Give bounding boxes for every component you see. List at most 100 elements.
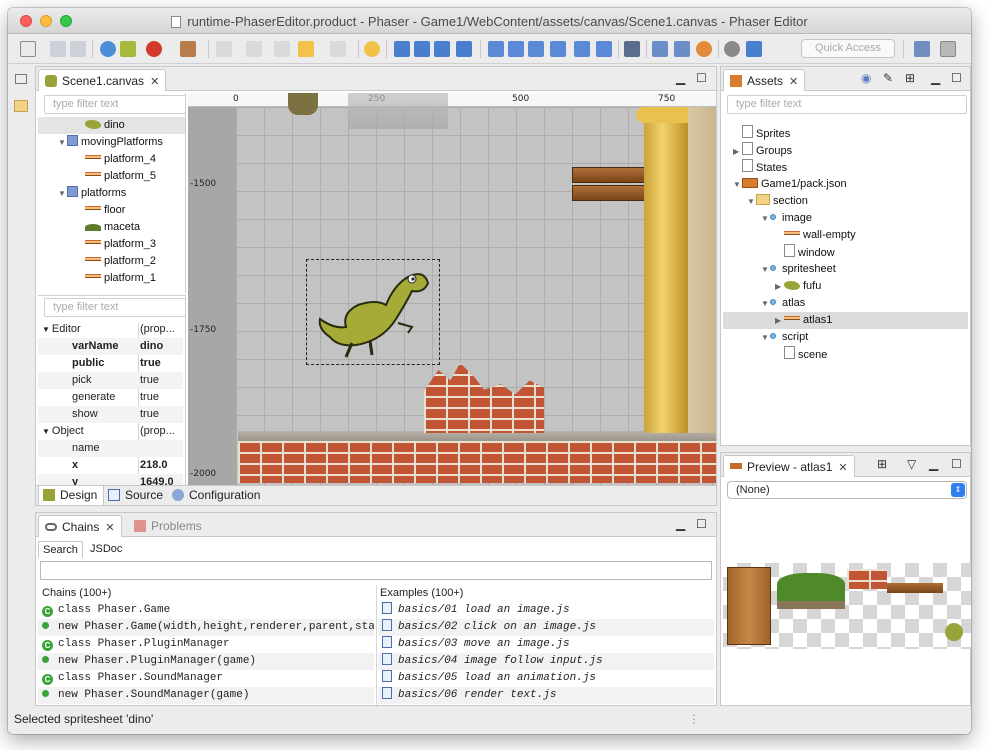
chevron-right-icon[interactable]: ▶ [775, 312, 784, 329]
atlas-frame-select[interactable]: (None) ⇕ [727, 481, 967, 499]
property-row[interactable]: varName dino [38, 338, 183, 355]
search-icon[interactable] [364, 41, 380, 57]
export-icon[interactable] [120, 41, 136, 57]
chevron-down-icon[interactable]: ▼ [58, 134, 67, 151]
example-list-item[interactable]: basics/04 image follow input.js [378, 653, 714, 670]
chain-list-item[interactable]: Cclass Phaser.Game [38, 602, 374, 619]
atlas-preview-image[interactable] [723, 563, 971, 649]
new-icon[interactable]: ⊞ [877, 457, 887, 471]
example-list-item[interactable]: basics/02 click on an image.js [378, 619, 714, 636]
asset-tree-item[interactable]: ▼ section [723, 193, 968, 210]
quick-access-input[interactable]: Quick Access [801, 39, 895, 58]
align-middle-icon[interactable] [550, 41, 566, 57]
property-value[interactable]: 218.0 [140, 457, 168, 474]
property-row[interactable]: ▼ Object (prop... [38, 423, 183, 440]
align-left-icon[interactable] [488, 41, 504, 57]
layout-icon[interactable] [674, 41, 690, 57]
minimize-icon[interactable]: ▁ [929, 457, 938, 471]
asset-tree-item[interactable]: ▼ spritesheet [723, 261, 968, 278]
last-edit-icon[interactable] [274, 41, 290, 57]
palette-icon[interactable] [696, 41, 712, 57]
property-row[interactable]: public true [38, 355, 183, 372]
outline-tree-item[interactable]: floor [38, 202, 185, 219]
align-bottom-icon[interactable] [596, 41, 612, 57]
tab-configuration[interactable]: Configuration [168, 486, 266, 506]
view-menu-icon[interactable]: ▽ [907, 457, 916, 471]
property-row[interactable]: generate true [38, 389, 183, 406]
property-value[interactable]: (prop... [140, 321, 175, 338]
property-row[interactable]: x 218.0 [38, 457, 183, 474]
asset-tree-item[interactable]: wall-empty [723, 227, 968, 244]
tab-preview[interactable]: Preview - atlas1 ✕ [723, 455, 855, 477]
project-icon[interactable] [746, 41, 762, 57]
chevron-down-icon[interactable]: ▼ [42, 427, 50, 436]
next-annotation-icon[interactable] [216, 41, 232, 57]
chevron-down-icon[interactable]: ▼ [761, 295, 770, 312]
chain-list-item[interactable]: new Phaser.SoundManager(game) [38, 687, 374, 704]
scene-canvas[interactable]: 0 250 500 750 -1500 -1750 -2000 [188, 93, 716, 485]
align-center-icon[interactable] [508, 41, 524, 57]
example-list-item[interactable]: basics/01 load an image.js [378, 602, 714, 619]
close-tab-icon[interactable]: ✕ [105, 521, 114, 534]
chevron-down-icon[interactable]: ▼ [58, 185, 67, 202]
send-back-icon[interactable] [456, 41, 472, 57]
asset-tree-item[interactable]: scene [723, 346, 968, 363]
asset-tree-item[interactable]: ▶ Groups [723, 142, 968, 159]
chevron-down-icon[interactable]: ▼ [761, 261, 770, 278]
outline-tree-item[interactable]: platform_2 [38, 253, 185, 270]
maximize-icon[interactable]: ☐ [696, 517, 707, 531]
open-perspective-icon[interactable] [914, 41, 930, 57]
phaser-perspective-icon[interactable] [940, 41, 956, 57]
tab-chains[interactable]: Chains ✕ [38, 515, 122, 537]
example-list-item[interactable]: basics/05 load an animation.js [378, 670, 714, 687]
dino-sprite[interactable] [312, 263, 436, 363]
example-list-item[interactable]: basics/03 move an image.js [378, 636, 714, 653]
asset-tree-item[interactable]: ▼ Game1/pack.json [723, 176, 968, 193]
new-icon[interactable] [20, 41, 36, 57]
property-value[interactable]: true [140, 406, 159, 423]
close-tab-icon[interactable]: ✕ [150, 75, 159, 88]
asset-tree-item[interactable]: ▶ atlas1 [723, 312, 968, 329]
property-value[interactable]: true [140, 389, 159, 406]
tab-problems[interactable]: Problems [128, 515, 208, 537]
outline-tree-item[interactable]: platform_5 [38, 168, 185, 185]
edit-icon[interactable] [624, 41, 640, 57]
tab-source[interactable]: Source [104, 486, 169, 506]
asset-tree-item[interactable]: ▼ script [723, 329, 968, 346]
chain-list-item[interactable]: Cclass Phaser.SoundManager [38, 670, 374, 687]
align-top-icon[interactable] [528, 41, 544, 57]
property-row[interactable]: show true [38, 406, 183, 423]
minimize-icon[interactable]: ▁ [676, 517, 685, 531]
outline-tree-item[interactable]: platform_3 [38, 236, 185, 253]
outline-tree-item[interactable]: dino [38, 117, 185, 134]
restore-icon[interactable] [15, 74, 27, 84]
tab-scene1-canvas[interactable]: Scene1.canvas ✕ [38, 69, 167, 91]
floor-sprite[interactable] [238, 441, 716, 483]
property-value[interactable]: true [140, 355, 161, 372]
property-row[interactable]: ▼ Editor (prop... [38, 321, 183, 338]
subtab-search[interactable]: Search [38, 541, 83, 558]
bring-front-icon[interactable] [394, 41, 410, 57]
maximize-icon[interactable]: ☐ [951, 457, 962, 471]
chains-search-input[interactable] [40, 561, 712, 580]
chain-list-item[interactable]: new Phaser.PluginManager(game) [38, 653, 374, 670]
settings-icon[interactable] [724, 41, 740, 57]
outline-tree-item[interactable]: platform_1 [38, 270, 185, 287]
subtab-jsdoc[interactable]: JSDoc [86, 541, 126, 557]
forward-icon[interactable] [330, 41, 346, 57]
save-all-icon[interactable] [70, 41, 86, 57]
lower-icon[interactable] [434, 41, 450, 57]
example-list-item[interactable]: basics/06 render text.js [378, 687, 714, 704]
globe-icon[interactable] [100, 41, 116, 57]
save-icon[interactable] [50, 41, 66, 57]
minimize-icon[interactable]: ▁ [676, 71, 685, 85]
previous-annotation-icon[interactable] [246, 41, 262, 57]
outline-tree-item[interactable]: ▼ movingPlatforms [38, 134, 185, 151]
outline-tree-item[interactable]: platform_4 [38, 151, 185, 168]
property-value[interactable]: dino [140, 338, 163, 355]
property-value[interactable]: (prop... [140, 423, 175, 440]
asset-tree-item[interactable]: States [723, 159, 968, 176]
asset-tree-item[interactable]: ▶ fufu [723, 278, 968, 295]
chevron-down-icon[interactable]: ▼ [761, 210, 770, 227]
chain-list-item[interactable]: new Phaser.Game(width,height,renderer,pa… [38, 619, 374, 636]
